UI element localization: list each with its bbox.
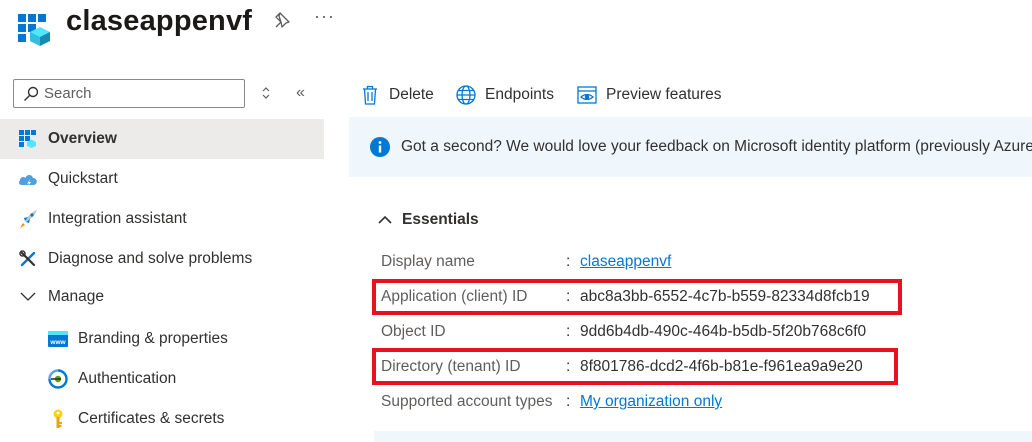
sidebar-item-authentication[interactable]: Authentication <box>0 359 324 399</box>
bottom-info-strip <box>374 431 1032 442</box>
overview-grid-icon <box>18 129 38 149</box>
sidebar-item-branding[interactable]: www Branding & properties <box>0 319 324 359</box>
delete-label: Delete <box>389 86 434 103</box>
sidebar-item-overview[interactable]: Overview <box>0 119 324 159</box>
wrench-icon <box>18 249 38 269</box>
delete-button[interactable]: Delete <box>360 82 434 108</box>
display-name-label: Display name <box>381 253 475 270</box>
endpoints-button[interactable]: Endpoints <box>456 82 554 108</box>
endpoints-label: Endpoints <box>485 86 554 103</box>
supported-account-types-label: Supported account types <box>381 393 553 410</box>
sidebar-item-label: Branding & properties <box>78 330 228 347</box>
sidebar-item-certificates[interactable]: Certificates & secrets <box>0 399 324 439</box>
row-colon: : <box>566 288 571 305</box>
rocket-icon <box>18 209 38 229</box>
sidebar-item-label: Integration assistant <box>48 210 187 227</box>
sidebar-item-diagnose[interactable]: Diagnose and solve problems <box>0 239 324 279</box>
preview-features-button[interactable]: Preview features <box>577 82 721 108</box>
info-icon <box>370 137 390 157</box>
row-colon: : <box>566 358 571 375</box>
sidebar-item-label: Certificates & secrets <box>78 410 225 427</box>
sidebar-item-label: Manage <box>48 288 105 305</box>
sidebar-item-label: Authentication <box>78 370 177 387</box>
sidebar-item-label: Quickstart <box>48 170 118 187</box>
feedback-banner-text[interactable]: Got a second? We would love your feedbac… <box>401 138 1032 156</box>
chevron-down-icon <box>18 287 38 307</box>
sidebar-group-manage[interactable]: Manage <box>0 277 324 317</box>
more-options-button[interactable]: ··· <box>314 6 335 27</box>
www-icon: www <box>48 329 68 349</box>
chevron-up-icon <box>378 215 392 224</box>
globe-icon <box>456 85 476 105</box>
sort-updown-icon[interactable] <box>259 86 273 100</box>
search-input-container[interactable] <box>13 79 245 108</box>
application-id-label: Application (client) ID <box>381 288 528 305</box>
feedback-banner: Got a second? We would love your feedbac… <box>349 117 1032 177</box>
display-name-link[interactable]: claseappenvf <box>580 253 671 271</box>
application-id-value[interactable]: abc8a3bb-6552-4c7b-b559-82334d8fcb19 <box>580 288 870 306</box>
app-registration-icon <box>18 12 50 46</box>
sidebar-item-label: Diagnose and solve problems <box>48 250 253 267</box>
row-colon: : <box>566 253 571 270</box>
pin-icon[interactable] <box>273 11 291 29</box>
row-colon: : <box>566 393 571 410</box>
sidebar-item-label: Overview <box>48 130 117 147</box>
essentials-heading: Essentials <box>402 211 479 228</box>
object-id-label: Object ID <box>381 323 446 340</box>
sidebar-item-integration-assistant[interactable]: Integration assistant <box>0 199 324 239</box>
search-input[interactable] <box>44 83 240 103</box>
cloud-quickstart-icon <box>18 169 38 189</box>
directory-id-value[interactable]: 8f801786-dcd2-4f6b-b81e-f961ea9a9e20 <box>580 358 863 376</box>
page-title: claseappenvf <box>66 5 253 37</box>
preview-features-icon <box>577 85 597 105</box>
key-icon <box>48 409 68 429</box>
svg-text:www: www <box>49 339 66 346</box>
search-icon <box>24 86 39 101</box>
authentication-icon <box>48 369 68 389</box>
preview-features-label: Preview features <box>606 86 722 103</box>
sidebar-item-quickstart[interactable]: Quickstart <box>0 159 324 199</box>
trash-icon <box>360 85 380 105</box>
directory-id-label: Directory (tenant) ID <box>381 358 521 375</box>
object-id-value[interactable]: 9dd6b4db-490c-464b-b5db-5f20b768c6f0 <box>580 323 866 341</box>
row-colon: : <box>566 323 571 340</box>
supported-account-types-link[interactable]: My organization only <box>580 393 722 411</box>
collapse-sidebar-button[interactable]: « <box>296 84 305 102</box>
essentials-toggle[interactable]: Essentials <box>378 211 479 229</box>
